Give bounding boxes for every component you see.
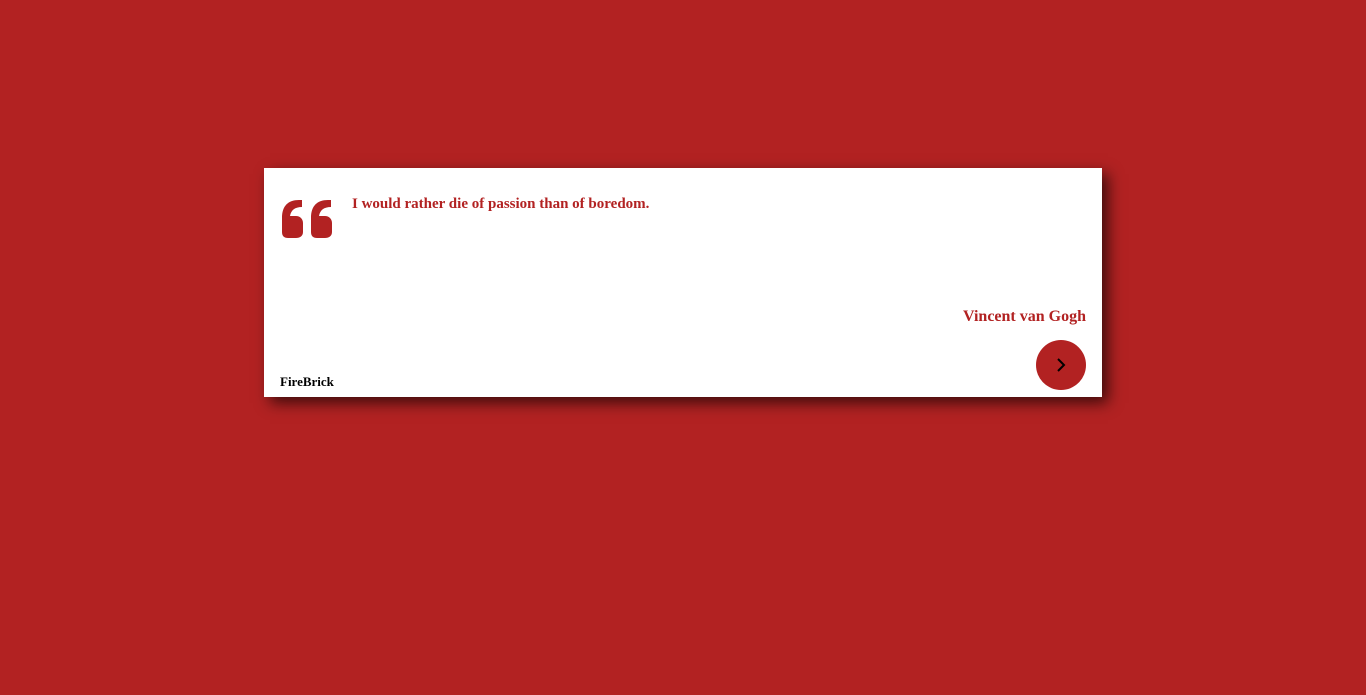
color-name-label: FireBrick [280,374,334,389]
quote-text: I would rather die of passion than of bo… [352,196,650,212]
quote-icon [282,200,332,238]
quote-author: Vincent van Gogh [963,308,1086,325]
quote-card: I would rather die of passion than of bo… [264,168,1102,397]
next-quote-button[interactable] [1036,340,1086,390]
chevron-right-icon [1057,358,1066,372]
